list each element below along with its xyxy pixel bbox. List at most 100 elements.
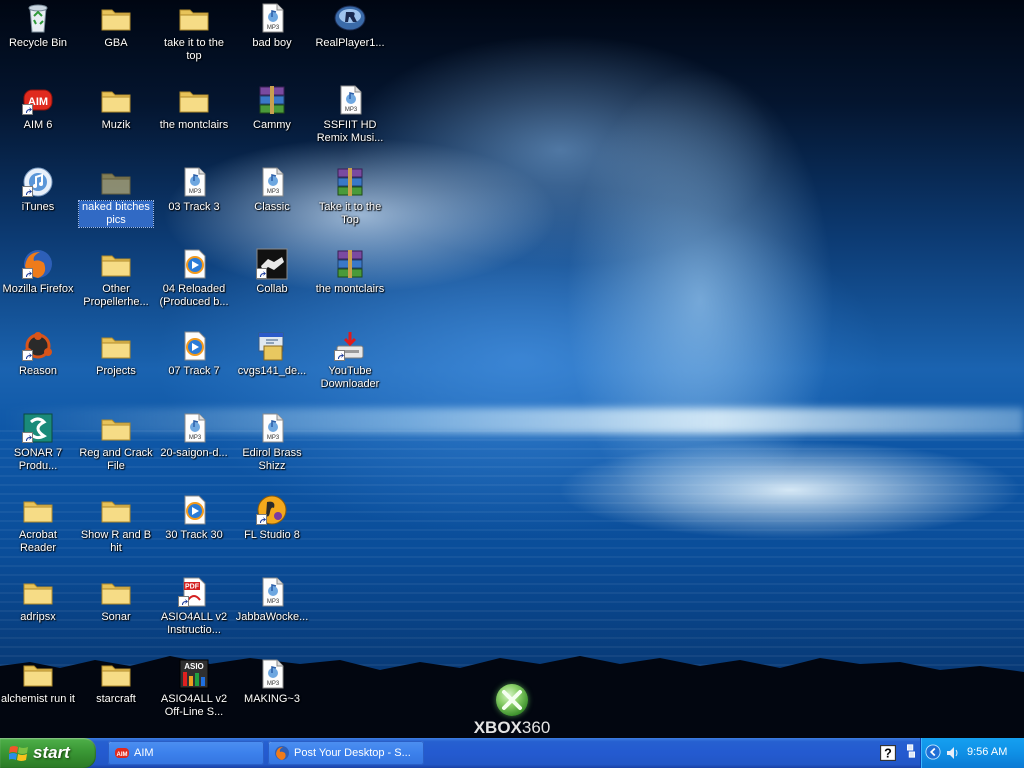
desktop-icon[interactable]: MP3 MAKING~3 bbox=[234, 658, 310, 738]
media-player-icon bbox=[178, 330, 210, 362]
desktop-icon-label: adripsx bbox=[20, 611, 56, 623]
folder-icon bbox=[100, 166, 132, 198]
desktop-icon-label: Edirol Brass Shizz bbox=[242, 447, 302, 472]
svg-text:MP3: MP3 bbox=[189, 189, 202, 195]
desktop-icon[interactable]: alchemist run it bbox=[0, 658, 76, 738]
desktop-icon[interactable]: GBA bbox=[78, 2, 154, 82]
desktop-icon[interactable]: adripsx bbox=[0, 576, 76, 656]
desktop-icon[interactable]: the montclairs bbox=[156, 84, 232, 164]
desktop-icon[interactable]: SONAR 7 Produ... bbox=[0, 412, 76, 492]
desktop-icon[interactable]: MP3 JabbaWocke... bbox=[234, 576, 310, 656]
desktop-icon[interactable]: Show R and B hit bbox=[78, 494, 154, 574]
mp3-icon: MP3 bbox=[178, 412, 210, 444]
system-tray: 9:56 AM bbox=[920, 738, 1024, 768]
svg-text:ASIO: ASIO bbox=[184, 662, 204, 671]
desktop-icon-label: Muzik bbox=[101, 119, 131, 131]
desktop-icon[interactable]: MP3 SSFIIT HD Remix Musi... bbox=[312, 84, 388, 164]
desktop-icon[interactable]: naked bitches pics bbox=[78, 166, 154, 246]
desktop-icon[interactable]: Sonar bbox=[78, 576, 154, 656]
desktop-icon[interactable]: the montclairs bbox=[312, 248, 388, 328]
firefox-icon bbox=[275, 746, 289, 760]
start-button[interactable]: start bbox=[0, 738, 96, 768]
youtube-downloader-icon bbox=[334, 330, 366, 362]
desktop-icon[interactable]: Other Propellerhe... bbox=[78, 248, 154, 328]
desktop-icon[interactable]: MP3 Edirol Brass Shizz bbox=[234, 412, 310, 492]
svg-text:PDF: PDF bbox=[185, 584, 200, 591]
asio-icon: ASIO bbox=[178, 658, 210, 690]
svg-text:MP3: MP3 bbox=[189, 435, 202, 441]
mp3-icon: MP3 bbox=[256, 658, 288, 690]
desktop-icon[interactable]: Projects bbox=[78, 330, 154, 410]
desktop-icon[interactable]: iTunes bbox=[0, 166, 76, 246]
desktop-icon[interactable]: PDF ASIO4ALL v2 Instructio... bbox=[156, 576, 232, 656]
mp3-icon: MP3 bbox=[256, 576, 288, 608]
desktop-icon[interactable]: RealPlayer1... bbox=[312, 2, 388, 82]
desktop-icon-label: starcraft bbox=[96, 693, 136, 705]
desktop-icon-label: bad boy bbox=[252, 37, 292, 49]
desktop-icon[interactable]: starcraft bbox=[78, 658, 154, 738]
desktop-icon[interactable]: MP3 03 Track 3 bbox=[156, 166, 232, 246]
desktop-icon[interactable]: 04 Reloaded (Produced b... bbox=[156, 248, 232, 328]
aim-icon: AIM bbox=[115, 748, 129, 758]
desktop-icon[interactable]: MP3 20-saigon-d... bbox=[156, 412, 232, 492]
recycle-bin-icon bbox=[22, 2, 54, 34]
start-label: start bbox=[33, 743, 70, 762]
firefox-icon bbox=[22, 248, 54, 280]
xbox-orb-icon bbox=[496, 684, 528, 716]
desktop-icon-label: YouTube Downloader bbox=[320, 365, 380, 390]
folder-icon bbox=[22, 658, 54, 690]
media-player-icon bbox=[178, 248, 210, 280]
expand-arrow-icon[interactable] bbox=[925, 744, 941, 760]
desktop[interactable]: XBOX360 Recycle Bin AIM AIM 6 iTunes Mozilla… bbox=[0, 0, 1024, 738]
desktop-icon[interactable]: Cammy bbox=[234, 84, 310, 164]
svg-text:AIM: AIM bbox=[117, 752, 128, 758]
desktop-icon-label: 30 Track 30 bbox=[165, 529, 223, 541]
desktop-icon[interactable]: Take it to the Top bbox=[312, 166, 388, 246]
desktop-icon[interactable]: MP3 bad boy bbox=[234, 2, 310, 82]
desktop-icon[interactable]: Muzik bbox=[78, 84, 154, 164]
desktop-icon[interactable]: Recycle Bin bbox=[0, 2, 76, 82]
desktop-icon-label: take it to the top bbox=[164, 37, 224, 62]
desktop-icon[interactable]: Mozilla Firefox bbox=[0, 248, 76, 328]
desktop-icon[interactable]: YouTube Downloader bbox=[312, 330, 388, 410]
desktop-icon[interactable]: Reg and Crack File bbox=[78, 412, 154, 492]
desktop-icon[interactable]: Collab bbox=[234, 248, 310, 328]
desktop-icon-label: ASIO4ALL v2 Instructio... bbox=[160, 611, 228, 636]
desktop-icon[interactable]: cvgs141_de... bbox=[234, 330, 310, 410]
desktop-icon[interactable]: MP3 Classic bbox=[234, 166, 310, 246]
clock[interactable]: 9:56 AM bbox=[967, 746, 1007, 758]
taskbar-button-aim[interactable]: AIM AIM bbox=[108, 741, 264, 765]
fl-studio-icon bbox=[256, 494, 288, 526]
folder-icon bbox=[100, 412, 132, 444]
desktop-icon[interactable]: 07 Track 7 bbox=[156, 330, 232, 410]
svg-text:?: ? bbox=[884, 747, 892, 761]
shortcut-arrow-icon bbox=[22, 432, 33, 443]
desktop-icon[interactable]: FL Studio 8 bbox=[234, 494, 310, 574]
sonar-icon bbox=[22, 412, 54, 444]
network-icon[interactable] bbox=[903, 743, 919, 759]
shortcut-arrow-icon bbox=[22, 350, 33, 361]
desktop-icon-label: Recycle Bin bbox=[8, 37, 68, 49]
desktop-icon-label: iTunes bbox=[21, 201, 55, 213]
taskbar-button-firefox[interactable]: Post Your Desktop - S... bbox=[268, 741, 424, 765]
desktop-icon-label: Reason bbox=[19, 365, 57, 377]
desktop-icon-label: Reg and Crack File bbox=[79, 447, 153, 472]
desktop-icon-label: Other Propellerhe... bbox=[83, 283, 149, 308]
desktop-icon[interactable]: AIM AIM 6 bbox=[0, 84, 76, 164]
desktop-icon[interactable]: Acrobat Reader bbox=[0, 494, 76, 574]
desktop-icon[interactable]: Reason bbox=[0, 330, 76, 410]
folder-icon bbox=[100, 658, 132, 690]
desktop-icon-label: SONAR 7 Produ... bbox=[13, 447, 63, 472]
desktop-icon[interactable]: 30 Track 30 bbox=[156, 494, 232, 574]
desktop-icon-label: 07 Track 7 bbox=[168, 365, 220, 377]
desktop-icon-label: GBA bbox=[104, 37, 128, 49]
mp3-icon: MP3 bbox=[334, 84, 366, 116]
help-icon[interactable]: ? bbox=[880, 745, 896, 761]
svg-text:MP3: MP3 bbox=[267, 189, 280, 195]
svg-text:MP3: MP3 bbox=[345, 107, 358, 113]
speaker-icon[interactable] bbox=[945, 745, 961, 761]
pdf-icon: PDF bbox=[178, 576, 210, 608]
desktop-icon[interactable]: ASIO ASIO4ALL v2 Off-Line S... bbox=[156, 658, 232, 738]
desktop-icon[interactable]: take it to the top bbox=[156, 2, 232, 82]
folder-icon bbox=[22, 494, 54, 526]
